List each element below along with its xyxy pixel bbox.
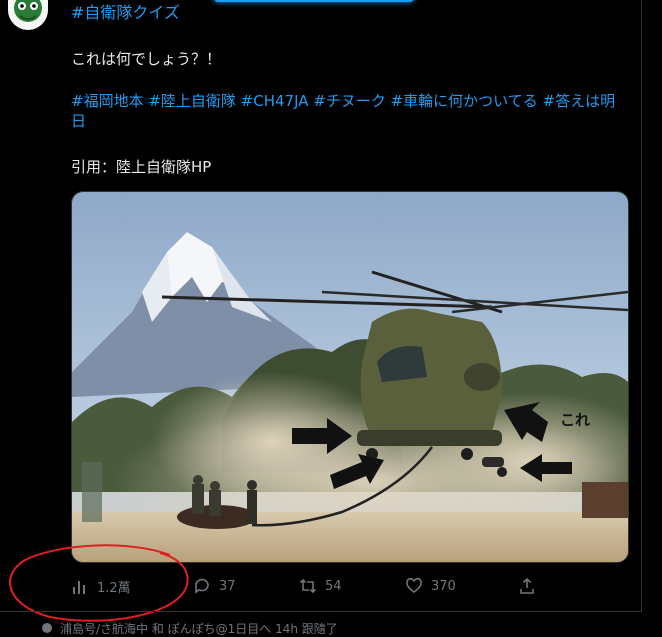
retweet-icon: [299, 577, 317, 595]
like-icon: [405, 577, 423, 595]
user-icon: [42, 623, 52, 633]
reply-count: 37: [219, 578, 236, 594]
tweet-divider: [0, 611, 641, 612]
top-button-glow: [214, 0, 414, 2]
views-count: 1.2萬: [97, 581, 131, 596]
next-tweet-context[interactable]: 浦島号/さ航海中 和 ぽんぽち@1日目へ 14h 跟隨了: [42, 620, 338, 637]
retweet-count: 54: [325, 578, 342, 594]
like-button[interactable]: 370: [405, 577, 456, 595]
top-hashtag[interactable]: #自衛隊クイズ: [71, 3, 180, 23]
share-icon: [518, 577, 536, 595]
annotation-label: これ: [560, 412, 590, 429]
retweet-button[interactable]: 54: [299, 577, 342, 595]
avatar[interactable]: [8, 0, 48, 30]
tweet-hashtags[interactable]: #福岡地本 #陸上自衛隊 #CH47JA #チヌーク #車輪に何かついてる #答…: [71, 91, 626, 131]
views-icon: [71, 578, 89, 596]
tweet-image[interactable]: これ: [71, 191, 629, 563]
views-button[interactable]: 1.2萬: [71, 577, 131, 596]
column-divider: [641, 0, 642, 612]
reply-icon: [193, 577, 211, 595]
share-button[interactable]: [518, 577, 536, 595]
tweet-quote: 引用：陸上自衛隊HP: [71, 158, 212, 176]
tweet-question: これは何でしょう？！: [71, 50, 222, 68]
like-count: 370: [431, 578, 456, 594]
reply-button[interactable]: 37: [193, 577, 236, 595]
